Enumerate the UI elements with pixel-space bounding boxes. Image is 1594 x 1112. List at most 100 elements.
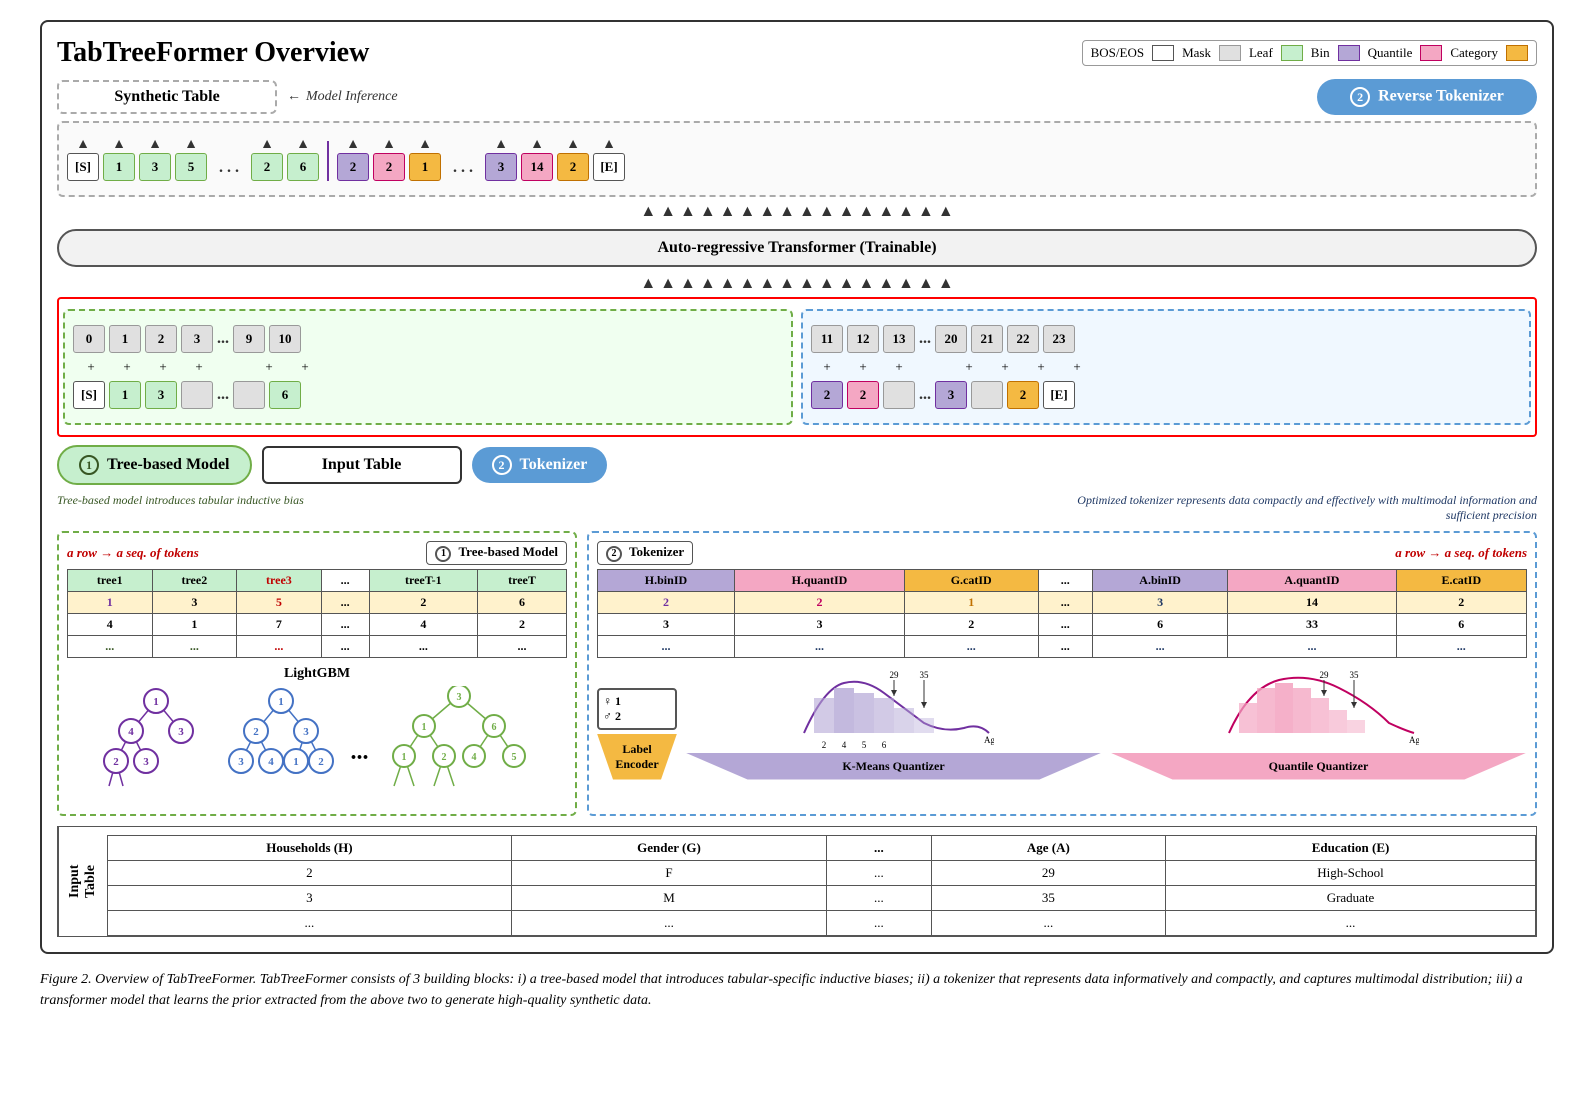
tree-r3c4: ...: [321, 635, 369, 657]
row3-gender: ...: [511, 910, 826, 935]
tokenizer-badge: 2 Tokenizer: [597, 541, 693, 565]
pos-0: 0: [73, 325, 105, 353]
tree-model-label: Tree-based Model: [107, 456, 230, 474]
arrow-up-b2a: ▲: [346, 137, 360, 153]
token-quantile-2a: 2: [373, 153, 405, 181]
tok-r2c5: 6: [1092, 613, 1227, 635]
tok-r3c5: ...: [1092, 635, 1227, 657]
col-gender: Gender (G): [511, 835, 826, 860]
plus-row-green: + + + + + +: [75, 359, 783, 375]
token-input-row-blue: 2 2 ... 3 2 [E]: [811, 381, 1521, 409]
bottom-input-table: InputTable Households (H) Gender (G) ...…: [57, 826, 1537, 937]
tok-badge-num: 2: [606, 546, 622, 562]
tree-col-dots: ...: [321, 569, 369, 591]
trees-row: 1 4 3 2 3: [67, 686, 567, 806]
row1-gender: F: [511, 860, 826, 885]
token-quantile-14-col: ▲ 14: [521, 137, 553, 181]
col-education: Education (E): [1166, 835, 1536, 860]
dots-inp-g: ...: [217, 386, 229, 404]
tree-detail-header: a row → a seq. of tokens 1 Tree-based Mo…: [67, 541, 567, 565]
tree-detail-section: a row → a seq. of tokens 1 Tree-based Mo…: [57, 531, 577, 816]
tok-r1c4: ...: [1038, 591, 1092, 613]
output-token-row: ▲ [S] ▲ 1 ▲ 3 ▲ 5 . . . ▲ 2 ▲ 6: [67, 137, 1527, 181]
legend-category-label: Category: [1450, 45, 1498, 61]
svg-text:2: 2: [113, 756, 119, 768]
pos-11: 11: [811, 325, 843, 353]
svg-text:1: 1: [278, 696, 284, 708]
main-container: TabTreeFormer Overview BOS/EOS Mask Leaf…: [40, 20, 1554, 954]
tok-col-aquant: A.quantID: [1228, 569, 1396, 591]
dots-pos-b: ...: [919, 330, 931, 348]
synthetic-row: Synthetic Table ← Model Inference 2 Reve…: [57, 79, 1537, 115]
tok-r2c7: 6: [1396, 613, 1526, 635]
row2-dots: ...: [827, 885, 932, 910]
tree-r1c5: 2: [369, 591, 477, 613]
svg-text:1: 1: [421, 722, 426, 733]
bos-token-col: ▲ [S]: [67, 137, 99, 181]
svg-text:3: 3: [238, 756, 244, 768]
pos-13: 13: [883, 325, 915, 353]
tokenizer-note-text: Optimized tokenizer represents data comp…: [1077, 493, 1537, 522]
svg-text:4: 4: [128, 726, 134, 738]
legend-quantile-box: [1420, 45, 1442, 61]
legend-category-box: [1506, 45, 1528, 61]
input-table-center: Input Table: [262, 446, 462, 484]
transformer-label: Auto-regressive Transformer (Trainable): [657, 239, 936, 256]
tree-col-tree2: tree2: [152, 569, 237, 591]
label-encoder-section: ♀ 1 ♂ 2 Label Encoder: [597, 688, 677, 780]
row1-age: 29: [931, 860, 1165, 885]
input-table-side-label: InputTable: [58, 827, 107, 936]
dots-1: . . .: [219, 159, 239, 181]
input-table-side-text: InputTable: [67, 864, 99, 897]
arrow-up-eos: ▲: [602, 137, 616, 153]
tree-note: Tree-based model introduces tabular indu…: [57, 493, 304, 523]
arrow-up-l3: ▲: [148, 137, 162, 153]
svg-text:2: 2: [253, 726, 259, 738]
pos-2: 2: [145, 325, 177, 353]
tree-r3c6: ...: [478, 635, 567, 657]
tokenizer-num: 2: [492, 455, 512, 475]
tok-r2c1: 3: [598, 613, 735, 635]
tree-r3c2: ...: [152, 635, 237, 657]
token-leaf-6: 6: [287, 153, 319, 181]
input-leaf-6: 6: [269, 381, 301, 409]
dots-inp-b: ...: [919, 386, 931, 404]
tree-col-treeT: treeT: [478, 569, 567, 591]
tok-r1c5: 3: [1092, 591, 1227, 613]
kmeans-section: 2 4 5 6 29 35 Age K-Means Qua: [685, 668, 1102, 780]
arrow-up-l6: ▲: [296, 137, 310, 153]
svg-text:35: 35: [1349, 670, 1359, 680]
svg-text:3: 3: [178, 726, 184, 738]
model-inference-text: Model Inference: [306, 89, 398, 105]
token-bin-2a: 2: [337, 153, 369, 181]
tree-r3c5: ...: [369, 635, 477, 657]
kmeans-svg: 2 4 5 6 29 35 Age: [794, 668, 994, 748]
tree-col-tree3: tree3: [237, 569, 322, 591]
row2-households: 3: [108, 885, 512, 910]
lightgbm-section: LightGBM 1 4 3: [67, 666, 567, 806]
tree-r2c6: 2: [478, 613, 567, 635]
arrow-up-c2b: ▲: [566, 137, 580, 153]
arrow-up-l5: ▲: [184, 137, 198, 153]
input-table-data: Households (H) Gender (G) ... Age (A) Ed…: [107, 827, 1536, 936]
token-bin-3-col: ▲ 3: [485, 137, 517, 181]
tokenizer-box: 2 Tokenizer: [472, 447, 608, 483]
tok-r1c2: 2: [734, 591, 904, 613]
reverse-tokenizer-box: 2 Reverse Tokenizer: [1317, 79, 1537, 115]
row3-age: ...: [931, 910, 1165, 935]
tok-col-hquant: H.quantID: [734, 569, 904, 591]
input-bin-2a: 2: [811, 381, 843, 409]
legend-bin-label: Bin: [1311, 45, 1330, 61]
pos-3: 3: [181, 325, 213, 353]
pos-1: 1: [109, 325, 141, 353]
tokenizer-label: Tokenizer: [520, 456, 588, 474]
tok-col-dots: ...: [1038, 569, 1092, 591]
token-leaf-5-col: ▲ 5: [175, 137, 207, 181]
legend-leaf-label: Leaf: [1249, 45, 1273, 61]
pos-23: 23: [1043, 325, 1075, 353]
tok-col-ecat: E.catID: [1396, 569, 1526, 591]
plus-row-blue: + + + + + + +: [811, 359, 1521, 375]
tok-r1c1: 2: [598, 591, 735, 613]
synthetic-table-box: Synthetic Table: [57, 80, 277, 114]
tree-badge-label: Tree-based Model: [458, 544, 558, 559]
